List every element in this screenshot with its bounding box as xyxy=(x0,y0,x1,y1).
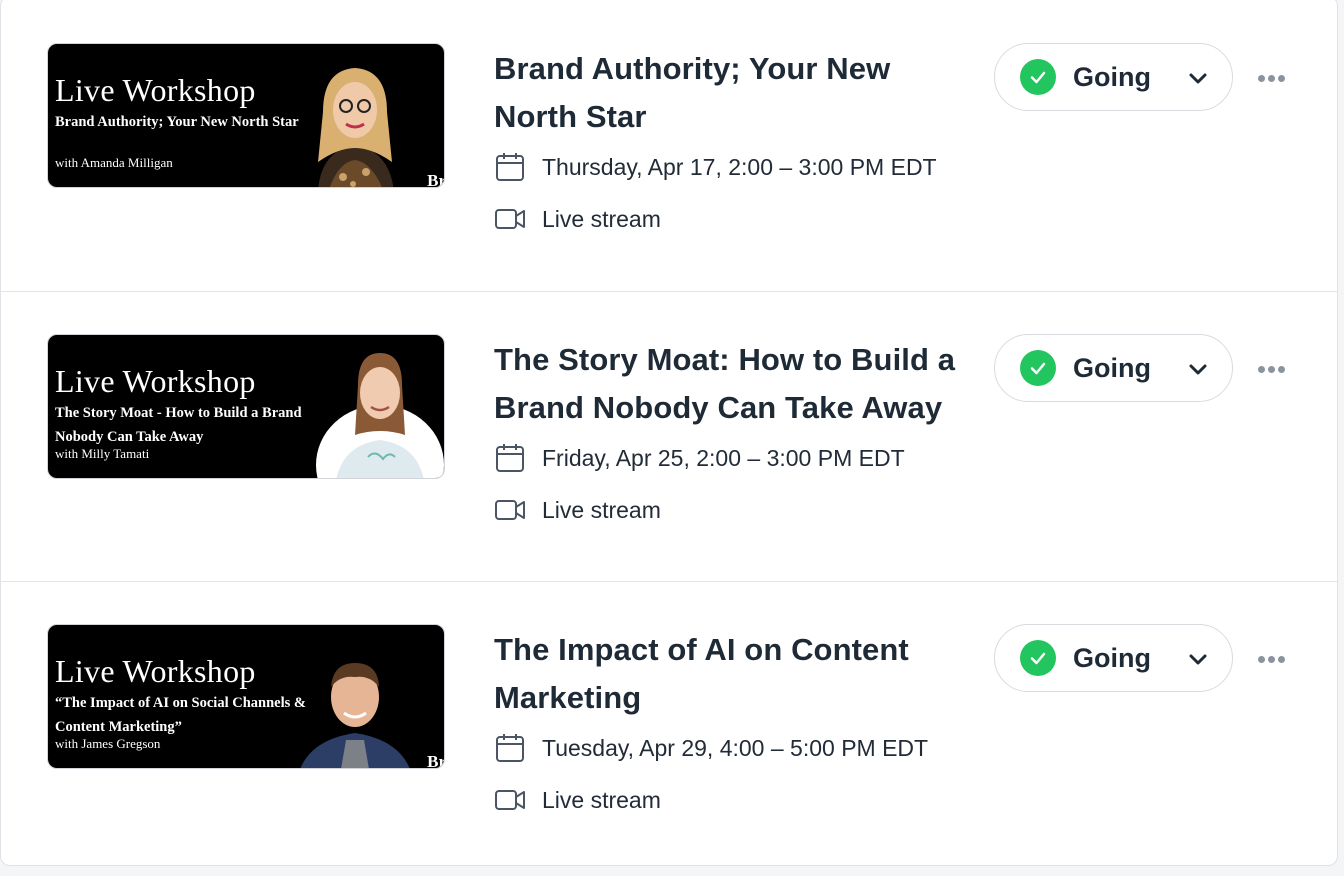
event-thumbnail[interactable]: Live Workshop “The Impact of AI on Socia… xyxy=(47,624,445,769)
speaker-portrait xyxy=(288,52,423,187)
more-options-button[interactable] xyxy=(1251,354,1291,384)
rsvp-status: Going xyxy=(1073,61,1151,92)
video-camera-icon xyxy=(494,494,526,526)
chevron-down-icon xyxy=(1186,647,1210,671)
thumbnail-heading: Live Workshop xyxy=(55,363,256,399)
more-horizontal-icon xyxy=(1257,655,1265,663)
events-list-card: Live Workshop Brand Authority; Your New … xyxy=(0,0,1338,866)
video-camera-icon xyxy=(494,203,526,235)
event-title[interactable]: The Impact of AI on Content Marketing xyxy=(494,626,974,722)
event-location-text: Live stream xyxy=(542,496,661,523)
chevron-down-icon xyxy=(1186,357,1210,381)
thumbnail-subtitle: Brand Authority; Your New North Star xyxy=(55,114,299,130)
brand-mark: Br xyxy=(427,752,445,769)
video-camera-icon xyxy=(494,784,526,816)
calendar-icon xyxy=(494,442,526,474)
thumbnail-heading: Live Workshop xyxy=(55,72,256,108)
speaker-portrait xyxy=(313,345,444,478)
brand-mark: Br xyxy=(427,462,445,479)
rsvp-dropdown[interactable]: Going xyxy=(994,334,1233,402)
event-location-text: Live stream xyxy=(542,205,661,232)
thumbnail-host: with James Gregson xyxy=(55,736,161,751)
rsvp-status: Going xyxy=(1073,642,1151,673)
event-row: Live Workshop Brand Authority; Your New … xyxy=(1,1,1337,291)
event-title[interactable]: The Story Moat: How to Build a Brand Nob… xyxy=(494,336,974,432)
rsvp-dropdown[interactable]: Going xyxy=(994,624,1233,692)
speaker-portrait xyxy=(288,645,423,768)
event-title[interactable]: Brand Authority; Your New North Star xyxy=(494,45,974,141)
brand-mark: Br xyxy=(427,171,445,188)
event-location: Live stream xyxy=(494,784,661,816)
event-location-text: Live stream xyxy=(542,786,661,813)
thumbnail-host: with Amanda Milligan xyxy=(55,155,173,170)
more-horizontal-icon xyxy=(1257,74,1265,82)
event-location: Live stream xyxy=(494,494,661,526)
chevron-down-icon xyxy=(1186,66,1210,90)
check-circle-icon xyxy=(1020,350,1056,386)
more-options-button[interactable] xyxy=(1251,63,1291,93)
event-date: Thursday, Apr 17, 2:00 – 3:00 PM EDT xyxy=(494,151,937,183)
calendar-icon xyxy=(494,732,526,764)
check-circle-icon xyxy=(1020,640,1056,676)
more-horizontal-icon xyxy=(1257,365,1265,373)
thumbnail-subtitle: “The Impact of AI on Social Channels & C… xyxy=(55,695,306,735)
calendar-icon xyxy=(494,151,526,183)
event-thumbnail[interactable]: Live Workshop Brand Authority; Your New … xyxy=(47,43,445,188)
thumbnail-subtitle: The Story Moat - How to Build a Brand No… xyxy=(55,405,302,445)
event-row: Live Workshop The Story Moat - How to Bu… xyxy=(1,291,1337,581)
event-date-text: Tuesday, Apr 29, 4:00 – 5:00 PM EDT xyxy=(542,734,929,761)
event-thumbnail[interactable]: Live Workshop The Story Moat - How to Bu… xyxy=(47,334,445,479)
event-date-text: Thursday, Apr 17, 2:00 – 3:00 PM EDT xyxy=(542,153,937,180)
rsvp-status: Going xyxy=(1073,352,1151,383)
event-date: Tuesday, Apr 29, 4:00 – 5:00 PM EDT xyxy=(494,732,928,764)
event-date: Friday, Apr 25, 2:00 – 3:00 PM EDT xyxy=(494,442,905,474)
rsvp-dropdown[interactable]: Going xyxy=(994,43,1233,111)
event-row: Live Workshop “The Impact of AI on Socia… xyxy=(1,581,1337,865)
check-circle-icon xyxy=(1020,59,1056,95)
more-options-button[interactable] xyxy=(1251,644,1291,674)
thumbnail-heading: Live Workshop xyxy=(55,653,256,689)
event-location: Live stream xyxy=(494,203,661,235)
thumbnail-host: with Milly Tamati xyxy=(55,446,150,461)
event-date-text: Friday, Apr 25, 2:00 – 3:00 PM EDT xyxy=(542,444,905,471)
